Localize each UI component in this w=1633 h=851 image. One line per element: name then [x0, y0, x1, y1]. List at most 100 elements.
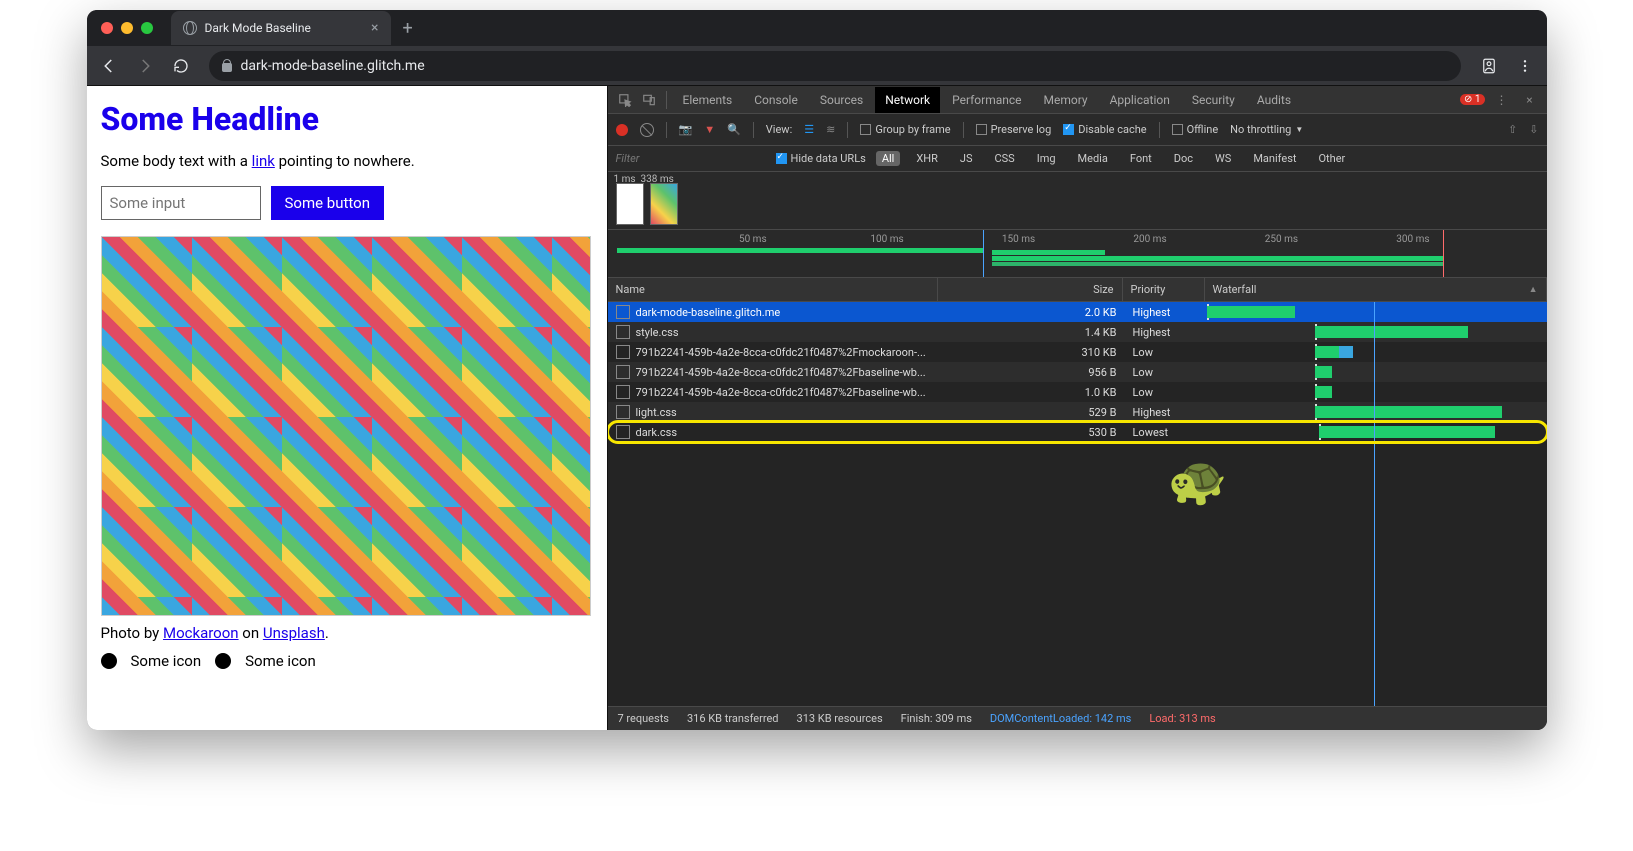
file-icon — [616, 345, 630, 359]
filter-doc[interactable]: Doc — [1168, 151, 1199, 166]
menu-button[interactable] — [1511, 52, 1539, 80]
col-size[interactable]: Size — [938, 278, 1123, 301]
export-icon[interactable]: ⇩ — [1529, 123, 1538, 136]
table-row[interactable]: style.css 1.4 KB Highest — [608, 322, 1547, 342]
close-tab-icon[interactable]: × — [371, 20, 378, 36]
demo-button[interactable]: Some button — [271, 186, 385, 220]
error-badge[interactable]: ⊘ 1 — [1460, 94, 1484, 105]
screenshot-icon[interactable]: 📷 — [679, 123, 693, 136]
filter-manifest[interactable]: Manifest — [1247, 151, 1302, 166]
body-link[interactable]: link — [252, 152, 275, 170]
filter-css[interactable]: CSS — [988, 151, 1020, 166]
waterfall-view-icon[interactable]: ≋ — [826, 123, 835, 136]
reload-button[interactable] — [167, 52, 195, 80]
back-button[interactable] — [95, 52, 123, 80]
col-name[interactable]: Name — [608, 278, 938, 301]
status-transferred: 316 KB transferred — [687, 712, 779, 725]
disable-cache-checkbox[interactable]: Disable cache — [1063, 123, 1146, 136]
tab-application[interactable]: Application — [1100, 87, 1180, 113]
tab-memory[interactable]: Memory — [1034, 87, 1098, 113]
demo-input[interactable] — [101, 186, 261, 220]
table-row[interactable]: 791b2241-459b-4a2e-8cca-c0fdc21f0487%2Fm… — [608, 342, 1547, 362]
status-resources: 313 KB resources — [797, 712, 883, 725]
col-priority[interactable]: Priority — [1123, 278, 1205, 301]
browser-tab[interactable]: Dark Mode Baseline × — [171, 11, 391, 45]
page-viewport[interactable]: Some Headline Some body text with a link… — [87, 86, 607, 730]
tab-console[interactable]: Console — [744, 87, 808, 113]
tab-title: Dark Mode Baseline — [205, 21, 311, 35]
tab-audits[interactable]: Audits — [1247, 87, 1301, 113]
filmstrip[interactable]: 1 ms 338 ms — [608, 172, 1547, 230]
row-waterfall — [1207, 382, 1547, 402]
filter-input[interactable]: Filter — [616, 152, 766, 165]
sun-icon — [215, 653, 231, 669]
minimize-window-icon[interactable] — [121, 22, 133, 34]
table-row[interactable]: light.css 529 B Highest — [608, 402, 1547, 422]
row-name: 791b2241-459b-4a2e-8cca-c0fdc21f0487%2Fb… — [636, 366, 940, 379]
tab-performance[interactable]: Performance — [942, 87, 1031, 113]
row-size: 1.4 KB — [940, 326, 1125, 339]
maximize-window-icon[interactable] — [141, 22, 153, 34]
filter-font[interactable]: Font — [1124, 151, 1158, 166]
browser-window: Dark Mode Baseline × + dark-mode-baselin… — [87, 10, 1547, 730]
inspect-icon[interactable] — [614, 89, 636, 111]
filter-img[interactable]: Img — [1031, 151, 1062, 166]
tab-security[interactable]: Security — [1182, 87, 1245, 113]
row-waterfall — [1207, 362, 1547, 382]
table-row[interactable]: 791b2241-459b-4a2e-8cca-c0fdc21f0487%2Fb… — [608, 382, 1547, 402]
filter-js[interactable]: JS — [954, 151, 979, 166]
table-row[interactable]: dark.css 530 B Lowest — [608, 422, 1547, 442]
row-waterfall — [1207, 302, 1547, 322]
network-filter-bar: Filter Hide data URLs All XHR JS CSS Img… — [608, 146, 1547, 172]
search-icon[interactable]: 🔍 — [727, 123, 741, 136]
filter-all[interactable]: All — [876, 151, 901, 166]
col-waterfall[interactable]: Waterfall▲ — [1205, 278, 1547, 301]
row-name: 791b2241-459b-4a2e-8cca-c0fdc21f0487%2Fb… — [636, 386, 940, 399]
row-name: light.css — [636, 406, 940, 419]
offline-checkbox[interactable]: Offline — [1172, 123, 1219, 136]
preserve-log-checkbox[interactable]: Preserve log — [976, 123, 1052, 136]
profile-button[interactable] — [1475, 52, 1503, 80]
tab-elements[interactable]: Elements — [673, 87, 743, 113]
row-name: dark.css — [636, 426, 940, 439]
credit-link-site[interactable]: Unsplash — [263, 624, 325, 642]
network-table-header[interactable]: Name Size Priority Waterfall▲ — [608, 278, 1547, 302]
large-rows-icon[interactable]: ☰ — [804, 123, 814, 136]
tab-network[interactable]: Network — [875, 87, 940, 113]
turtle-icon: 🐢 — [1168, 452, 1228, 509]
row-size: 956 B — [940, 366, 1125, 379]
row-size: 529 B — [940, 406, 1125, 419]
device-icon[interactable] — [638, 89, 660, 111]
close-window-icon[interactable] — [101, 22, 113, 34]
filter-icon[interactable]: ▼ — [704, 123, 715, 136]
filter-media[interactable]: Media — [1072, 151, 1114, 166]
devtools-menu-icon[interactable]: ⋮ — [1491, 89, 1513, 111]
demo-image — [101, 236, 591, 616]
forward-button[interactable] — [131, 52, 159, 80]
clear-icon[interactable] — [640, 123, 654, 137]
page-headline: Some Headline — [101, 100, 593, 138]
row-priority: Low — [1125, 346, 1207, 359]
devtools-panel: Elements Console Sources Network Perform… — [607, 86, 1547, 730]
file-icon — [616, 305, 630, 319]
filter-xhr[interactable]: XHR — [910, 151, 944, 166]
row-waterfall — [1207, 342, 1547, 362]
filter-other[interactable]: Other — [1312, 151, 1351, 166]
table-row[interactable]: dark-mode-baseline.glitch.me 2.0 KB High… — [608, 302, 1547, 322]
window-controls — [87, 22, 167, 34]
group-by-frame-checkbox[interactable]: Group by frame — [860, 123, 950, 136]
new-tab-button[interactable]: + — [391, 18, 425, 39]
table-row[interactable]: 791b2241-459b-4a2e-8cca-c0fdc21f0487%2Fb… — [608, 362, 1547, 382]
close-devtools-icon[interactable]: × — [1519, 89, 1541, 111]
tab-sources[interactable]: Sources — [810, 87, 873, 113]
credit-link-author[interactable]: Mockaroon — [163, 624, 239, 642]
address-bar[interactable]: dark-mode-baseline.glitch.me — [209, 51, 1461, 81]
file-icon — [616, 385, 630, 399]
timeline-overview[interactable]: 50 ms 100 ms 150 ms 200 ms 250 ms 300 ms — [608, 230, 1547, 278]
throttling-select[interactable]: No throttling ▼ — [1230, 123, 1303, 136]
hide-data-urls-checkbox[interactable]: Hide data URLs — [776, 152, 866, 165]
record-icon[interactable] — [616, 124, 628, 136]
filter-ws[interactable]: WS — [1209, 151, 1237, 166]
import-icon[interactable]: ⇧ — [1508, 123, 1517, 136]
file-icon — [616, 365, 630, 379]
